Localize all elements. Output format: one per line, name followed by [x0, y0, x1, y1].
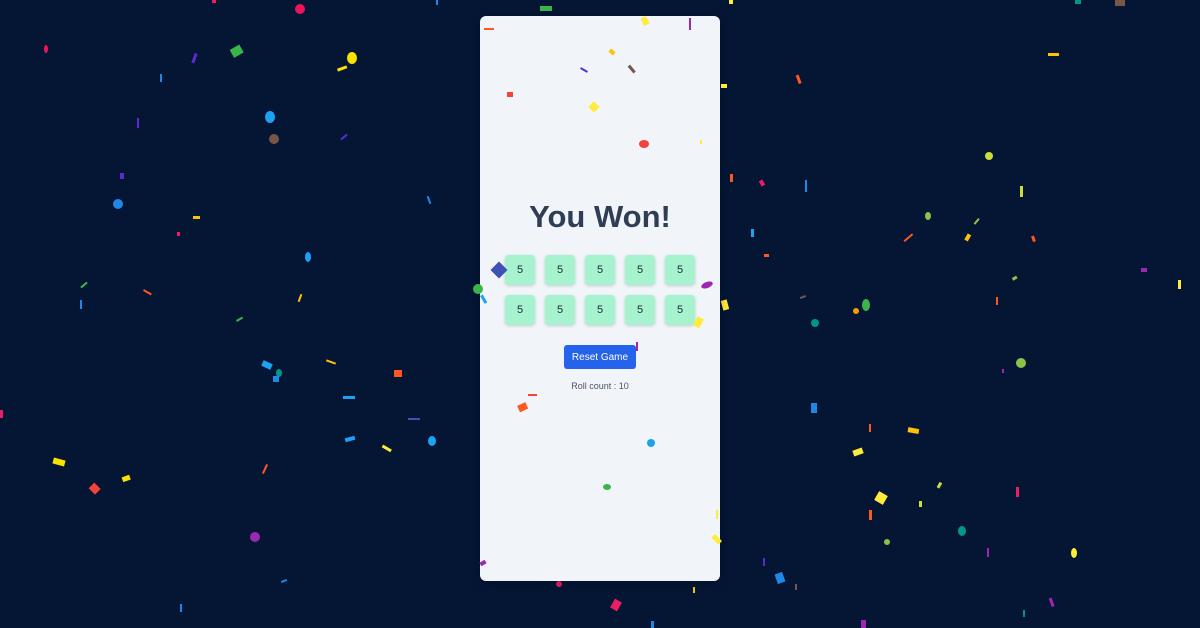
celebration-screen: You Won! 5 5 5 5 5 5 5 5 5 5 Reset Game … — [0, 0, 1200, 628]
reset-game-button[interactable]: Reset Game — [564, 345, 636, 369]
die[interactable]: 5 — [625, 255, 655, 285]
die[interactable]: 5 — [665, 255, 695, 285]
roll-count: Roll count : 10 — [571, 381, 629, 391]
die[interactable]: 5 — [505, 255, 535, 285]
die[interactable]: 5 — [625, 295, 655, 325]
win-title: You Won! — [529, 199, 671, 234]
game-card: You Won! 5 5 5 5 5 5 5 5 5 5 Reset Game … — [480, 16, 720, 581]
die[interactable]: 5 — [545, 255, 575, 285]
die[interactable]: 5 — [585, 295, 615, 325]
die[interactable]: 5 — [505, 295, 535, 325]
dice-grid: 5 5 5 5 5 5 5 5 5 5 — [505, 255, 695, 325]
die[interactable]: 5 — [585, 255, 615, 285]
die[interactable]: 5 — [665, 295, 695, 325]
die[interactable]: 5 — [545, 295, 575, 325]
